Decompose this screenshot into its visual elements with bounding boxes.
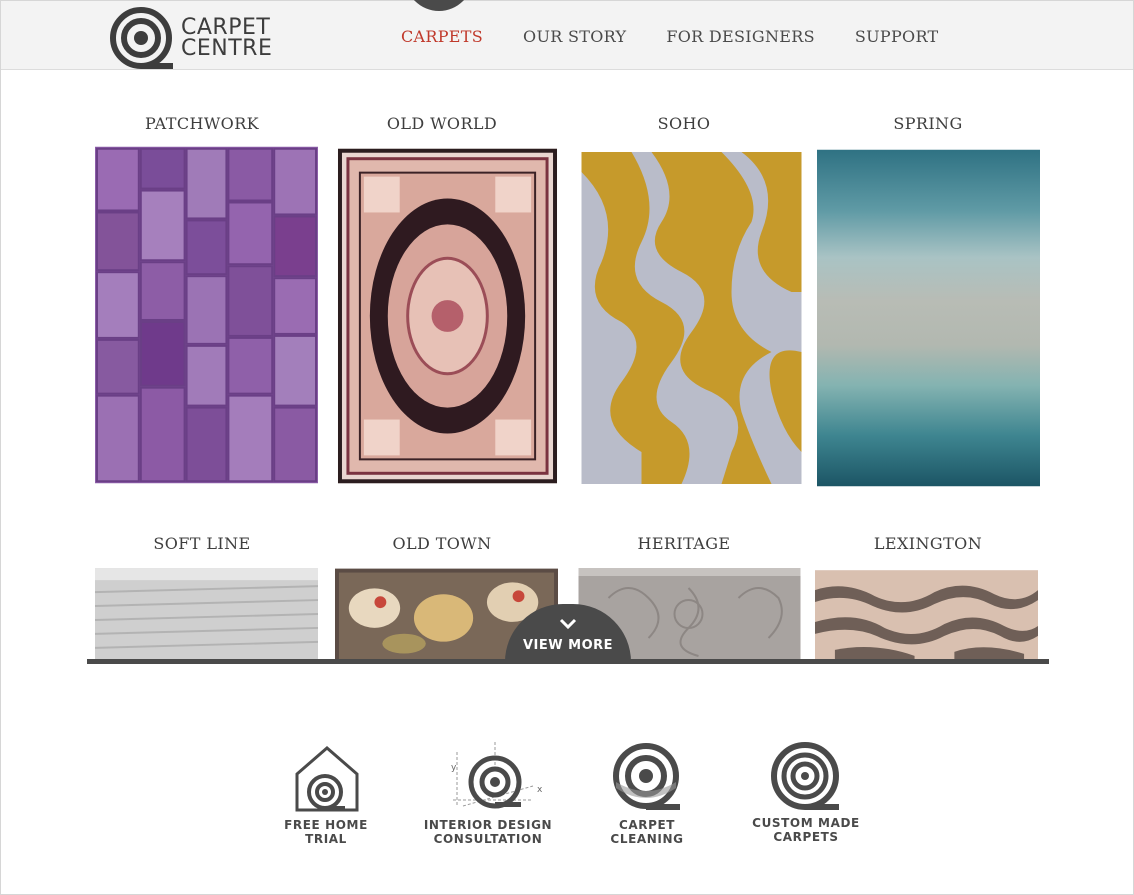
service-label-line-1: CUSTOM MADE bbox=[752, 816, 860, 830]
carpet-image-soho[interactable] bbox=[580, 152, 803, 484]
service-carpet-cleaning[interactable]: CARPET CLEANING bbox=[577, 742, 717, 846]
carpet-card-lexington[interactable]: LEXINGTON bbox=[813, 534, 1043, 660]
carpet-image-lexington[interactable] bbox=[815, 570, 1038, 660]
chevron-down-icon bbox=[559, 618, 577, 630]
carpet-image-patchwork[interactable] bbox=[95, 146, 318, 484]
logo-mark-icon bbox=[110, 7, 173, 69]
carpet-card-heritage[interactable]: HERITAGE bbox=[569, 534, 801, 660]
svg-text:y: y bbox=[451, 763, 457, 773]
carpet-roll-icon bbox=[771, 742, 839, 810]
carpet-card-patchwork[interactable]: PATCHWORK bbox=[87, 114, 318, 484]
view-more-label: VIEW MORE bbox=[522, 638, 614, 653]
carpet-image-old-world[interactable] bbox=[336, 146, 559, 486]
carpet-title: OLD TOWN bbox=[392, 534, 492, 553]
carpet-card-old-town[interactable]: OLD TOWN bbox=[327, 534, 558, 660]
main-nav: CARPETS OUR STORY FOR DESIGNERS SUPPORT bbox=[401, 27, 979, 46]
carpet-card-spring[interactable]: SPRING bbox=[813, 114, 1043, 487]
service-label: CARPET CLEANING bbox=[577, 818, 717, 846]
carpet-card-soho[interactable]: SOHO bbox=[569, 114, 802, 484]
logo-line-2: CENTRE bbox=[181, 36, 273, 61]
carpet-title: SOFT LINE bbox=[153, 534, 251, 553]
svg-text:x: x bbox=[537, 785, 543, 795]
service-label-line-2: CONSULTATION bbox=[433, 832, 543, 846]
carpet-title: SOHO bbox=[657, 114, 711, 133]
nav-for-designers[interactable]: FOR DESIGNERS bbox=[666, 27, 815, 46]
logo-text: CARPET CENTRE bbox=[181, 15, 273, 61]
service-label-line-2: CARPETS bbox=[773, 830, 839, 844]
design-axes-icon: y x bbox=[451, 742, 543, 809]
service-custom-made[interactable]: CUSTOM MADE CARPETS bbox=[736, 740, 876, 844]
service-label-line-1: FREE HOME bbox=[284, 818, 368, 832]
service-label: FREE HOME TRIAL bbox=[256, 818, 396, 846]
carpet-title: PATCHWORK bbox=[144, 114, 259, 133]
carpet-title: OLD WORLD bbox=[386, 114, 498, 133]
site-header: CARPET CENTRE CARPETS OUR STORY FOR DESI… bbox=[1, 0, 1133, 71]
service-label-line-1: CARPET bbox=[618, 818, 676, 832]
logo[interactable]: CARPET CENTRE bbox=[109, 7, 279, 71]
carpet-card-soft-line[interactable]: SOFT LINE bbox=[87, 534, 318, 660]
cleaning-roll-icon bbox=[613, 743, 680, 810]
active-tab-marker bbox=[405, 0, 473, 11]
carpet-card-old-world[interactable]: OLD WORLD bbox=[327, 114, 558, 484]
nav-our-story[interactable]: OUR STORY bbox=[523, 27, 626, 46]
service-free-home-trial[interactable]: FREE HOME TRIAL bbox=[256, 742, 396, 846]
house-icon bbox=[295, 746, 359, 812]
carpet-image-soft-line[interactable] bbox=[95, 568, 318, 660]
service-label-line-2: TRIAL bbox=[305, 832, 347, 846]
service-label: INTERIOR DESIGN CONSULTATION bbox=[418, 818, 558, 846]
carpet-title: LEXINGTON bbox=[873, 534, 983, 553]
nav-support[interactable]: SUPPORT bbox=[855, 27, 939, 46]
nav-carpets[interactable]: CARPETS bbox=[401, 27, 483, 46]
service-label-line-1: INTERIOR DESIGN bbox=[423, 818, 553, 832]
carpet-image-spring[interactable] bbox=[817, 149, 1040, 487]
service-interior-design[interactable]: y x INTERIOR DESIGN CONSULTATION bbox=[418, 740, 558, 846]
carpet-title: HERITAGE bbox=[637, 534, 731, 553]
service-label: CUSTOM MADE CARPETS bbox=[736, 816, 876, 844]
carpet-title: SPRING bbox=[893, 114, 963, 133]
service-label-line-2: CLEANING bbox=[610, 832, 684, 846]
logo-line-1: CARPET bbox=[181, 15, 271, 40]
